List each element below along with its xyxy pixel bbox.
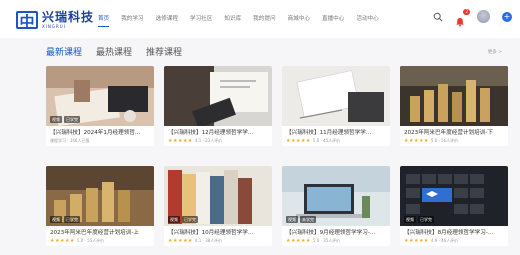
tab-latest-courses[interactable]: 最新课程	[46, 45, 82, 58]
nav-item-home[interactable]: 首页	[98, 14, 110, 27]
rating-stars: ★★★★★	[50, 238, 75, 244]
course-card[interactable]: 视频 已学完 2023年阿米巴年度经营计划培训-上 ★★★★★ 5.0 · 55人…	[46, 166, 154, 246]
nav-item-live[interactable]: 直播中心	[322, 14, 344, 22]
course-rating: ★★★★★ 5.0 · 55人评价	[46, 237, 154, 245]
nav-item-my-learning[interactable]: 我的学习	[121, 14, 143, 22]
course-rating: ★★★★★ 4.9 · 46人评价	[400, 237, 508, 245]
notification-badge: 2	[463, 8, 470, 15]
course-thumbnail: 视频 已学完	[400, 166, 508, 226]
rating-stars: ★★★★★	[286, 138, 311, 144]
course-thumbnail: 视频 已学完	[46, 66, 154, 126]
rating-score: 4.1 · 38人评价	[194, 238, 223, 243]
course-tag: 已学完	[64, 216, 80, 223]
nav-item-my-questions[interactable]: 我的提问	[253, 14, 275, 22]
logo-name: 兴瑞科技	[42, 10, 95, 24]
nav-item-elective-courses[interactable]: 选修课程	[156, 14, 178, 22]
avatar[interactable]	[477, 10, 490, 23]
course-title[interactable]: 2023年阿米巴年度经营计划培训-下	[400, 126, 508, 137]
course-thumbnail	[282, 66, 390, 126]
course-tag: 视频	[50, 116, 62, 123]
course-title[interactable]: 2023年阿米巴年度经营计划培训-上	[46, 226, 154, 237]
course-card[interactable]: 视频 未学完 【兴瑞科技】9月经理领哲学学习-... ★★★★★ 5.0 · 35…	[282, 166, 390, 246]
course-title[interactable]: 【兴瑞科技】11月经理领哲学学...	[282, 126, 390, 137]
course-tag: 视频	[50, 216, 62, 223]
course-meta: 课程学习 · 146人已报	[50, 138, 90, 143]
tab-recommended-courses[interactable]: 推荐课程	[146, 45, 182, 58]
nav-item-mall[interactable]: 商城中心	[288, 14, 310, 22]
nav-item-learning-community[interactable]: 学习社区	[190, 14, 212, 22]
course-thumbnail: 视频 未学完	[282, 166, 390, 226]
course-tag: 视频	[404, 216, 416, 223]
course-title[interactable]: 【兴瑞科技】10月经理领哲学学...	[164, 226, 272, 237]
nav-item-knowledge-base[interactable]: 知识库	[224, 14, 241, 22]
course-title[interactable]: 【兴瑞科技】9月经理领哲学学习-...	[282, 226, 390, 237]
top-navigation-bar: 中 兴瑞科技 XINGRUI 首页 我的学习 选修课程 学习社区 知识库 我的提…	[0, 0, 520, 38]
rating-score: 5.0 · 45人评价	[312, 138, 341, 143]
course-card[interactable]: 视频 已学完 【兴瑞科技】8月经理领哲学学习-... ★★★★★ 4.9 · 46…	[400, 166, 508, 246]
course-tabs: 最新课程 最热课程 推荐课程	[46, 45, 196, 58]
rating-stars: ★★★★★	[286, 238, 311, 244]
course-rating: ★★★★★ 5.0 · 45人评价	[282, 137, 390, 145]
course-rating: ★★★★★ 5.0 · 35人评价	[282, 237, 390, 245]
plus-icon[interactable]: +	[502, 11, 512, 22]
rating-score: 5.0 · 55人评价	[76, 238, 105, 243]
course-thumbnail	[164, 66, 272, 126]
more-link[interactable]: 更多 >	[488, 49, 502, 55]
logo-mark: 中	[16, 11, 38, 31]
rating-score: 5.0 · 56人评价	[430, 138, 459, 143]
course-thumbnail	[400, 66, 508, 126]
rating-score: 4.1 · 23人评价	[194, 138, 223, 143]
nav-item-events[interactable]: 活动中心	[356, 14, 378, 22]
course-tag: 已学完	[182, 216, 198, 223]
logo[interactable]: 中 兴瑞科技 XINGRUI	[16, 9, 94, 31]
rating-stars: ★★★★★	[404, 138, 429, 144]
course-rating: ★★★★★ 5.0 · 56人评价	[400, 137, 508, 145]
course-card[interactable]: 2023年阿米巴年度经营计划培训-下 ★★★★★ 5.0 · 56人评价	[400, 66, 508, 146]
course-card[interactable]: 【兴瑞科技】11月经理领哲学学... ★★★★★ 5.0 · 45人评价	[282, 66, 390, 146]
course-card[interactable]: 【兴瑞科技】12月经理领哲学学... ★★★★★ 4.1 · 23人评价	[164, 66, 272, 146]
course-card[interactable]: 视频 已学完 【兴瑞科技】2024年1月经理领哲... 课程学习 · 146人已…	[46, 66, 154, 146]
notification-button[interactable]: 2	[455, 8, 470, 27]
rating-stars: ★★★★★	[168, 138, 193, 144]
course-tag: 视频	[168, 216, 180, 223]
bell-icon	[456, 17, 464, 27]
rating-stars: ★★★★★	[168, 238, 193, 244]
search-icon[interactable]	[433, 12, 443, 22]
course-thumbnail: 视频 已学完	[46, 166, 154, 226]
rating-score: 5.0 · 35人评价	[312, 238, 341, 243]
main-nav: 首页 我的学习 选修课程 学习社区 知识库 我的提问 商城中心 直播中心 活动中…	[98, 14, 391, 27]
rating-score: 4.9 · 46人评价	[430, 238, 459, 243]
course-rating: ★★★★★ 4.1 · 23人评价	[164, 137, 272, 145]
course-title[interactable]: 【兴瑞科技】8月经理领哲学学习-...	[400, 226, 508, 237]
rating-stars: ★★★★★	[404, 238, 429, 244]
course-title[interactable]: 【兴瑞科技】12月经理领哲学学...	[164, 126, 272, 137]
course-tag: 已学完	[64, 116, 80, 123]
course-card[interactable]: 视频 已学完 【兴瑞科技】10月经理领哲学学... ★★★★★ 4.1 · 38人…	[164, 166, 272, 246]
course-thumbnail: 视频 已学完	[164, 166, 272, 226]
course-tag: 已学完	[418, 216, 434, 223]
course-title[interactable]: 【兴瑞科技】2024年1月经理领哲...	[46, 126, 154, 137]
tab-hot-courses[interactable]: 最热课程	[96, 45, 132, 58]
course-rating: ★★★★★ 4.1 · 38人评价	[164, 237, 272, 245]
logo-subtitle: XINGRUI	[42, 24, 66, 29]
course-tag: 视频	[286, 216, 298, 223]
course-tag: 未学完	[300, 216, 316, 223]
